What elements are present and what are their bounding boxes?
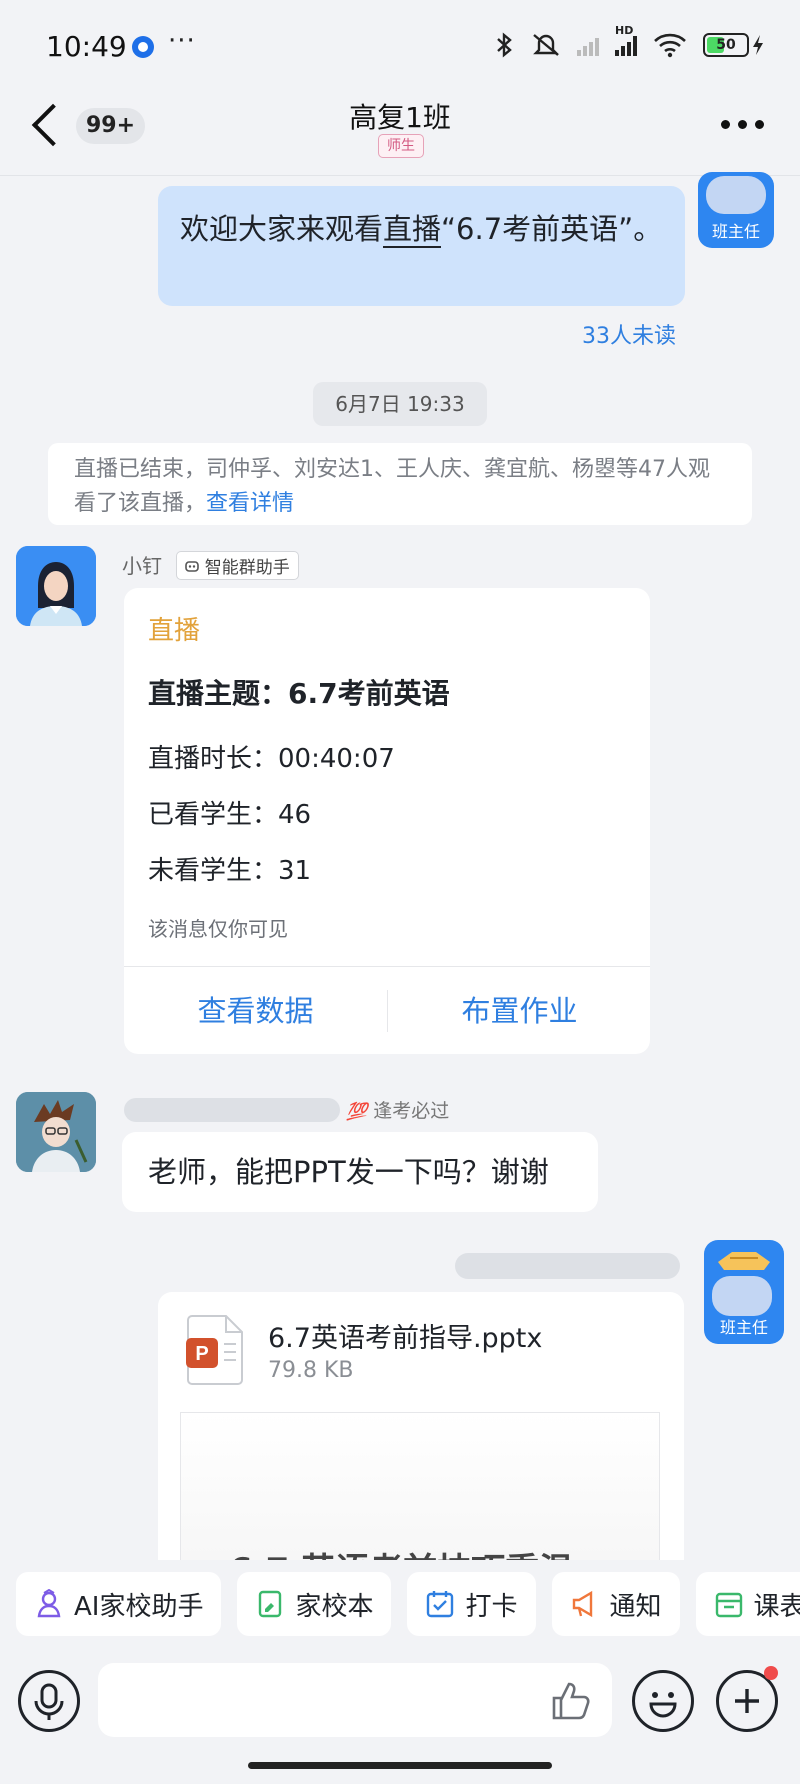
handshake-icon — [718, 1252, 770, 1270]
emoji-button[interactable] — [632, 1670, 694, 1732]
bot-name-line: 小钉 智能群助手 — [122, 550, 299, 580]
group-title: 高复1班 — [349, 101, 451, 134]
schedule-icon — [715, 1592, 742, 1618]
divider — [124, 966, 650, 967]
message-input[interactable] — [98, 1663, 612, 1737]
welcome-message-bubble[interactable]: 欢迎大家来观看直播“6.7考前英语”。 — [158, 186, 685, 306]
home-school-book-button[interactable]: 家校本 — [237, 1572, 392, 1636]
avatar[interactable]: 班主任 — [704, 1240, 784, 1344]
notebook-icon — [259, 1590, 282, 1618]
plus-icon — [735, 1689, 759, 1713]
file-name: 6.7英语考前指导.pptx — [268, 1323, 543, 1354]
avatar[interactable]: 班主任 — [698, 172, 774, 248]
student-avatar-illustration — [16, 1092, 96, 1172]
signal-hd-icon: HD — [615, 24, 637, 56]
emoji-icon — [649, 1692, 677, 1718]
unread-status[interactable]: 33人未读 — [582, 318, 676, 350]
unwatched-count: 未看学生：31 — [148, 856, 312, 886]
status-time: 10:49 — [46, 30, 127, 63]
wifi-icon — [654, 33, 686, 58]
quick-action-bar: AI家校助手 家校本 打卡 通知 课表 — [0, 1560, 800, 1654]
assign-homework-button[interactable]: 布置作业 — [388, 990, 651, 1032]
view-details-link[interactable]: 查看详情 — [206, 491, 294, 516]
bot-tag: 智能群助手 — [176, 551, 299, 580]
microphone-icon — [34, 1683, 64, 1720]
dingtalk-status-icon — [132, 36, 154, 58]
notice-button[interactable]: 通知 — [551, 1572, 680, 1636]
student-tag: 💯 逢考必过 — [346, 1100, 450, 1122]
schedule-button[interactable]: 课表 — [695, 1572, 800, 1636]
card-title: 直播主题：6.7考前英语 — [148, 677, 450, 710]
live-link[interactable]: 直播 — [383, 212, 442, 248]
status-icons: HD 50 — [493, 24, 764, 58]
mute-icon — [533, 34, 559, 56]
checkin-button[interactable]: 打卡 — [407, 1572, 536, 1636]
avatar[interactable] — [16, 1092, 96, 1172]
svg-text:P: P — [195, 1343, 208, 1365]
megaphone-icon — [572, 1590, 592, 1618]
blurred-sender-name — [455, 1253, 680, 1279]
student-message-bubble[interactable]: 老师，能把PPT发一下吗？谢谢 — [122, 1132, 598, 1212]
live-summary-card[interactable]: 直播 直播主题：6.7考前英语 直播时长：00:40:07 已看学生：46 未看… — [124, 588, 650, 1054]
pptx-file-icon: P — [186, 1315, 243, 1385]
signal-weak-icon — [577, 34, 599, 56]
thumbs-up-icon[interactable] — [548, 1680, 592, 1722]
visibility-note: 该消息仅你可见 — [148, 917, 288, 941]
file-message-card[interactable]: P 6.7英语考前指导.pptx 79.8 KB 6.7 英语考前技巧重温 — [158, 1292, 684, 1592]
more-options-icon[interactable] — [721, 120, 764, 129]
bluetooth-icon — [497, 32, 512, 58]
ai-assistant-icon — [37, 1589, 61, 1618]
view-data-button[interactable]: 查看数据 — [124, 990, 387, 1032]
robot-icon — [185, 561, 200, 572]
time-divider: 6月7日 19:33 — [313, 382, 487, 426]
battery-indicator: 50 — [703, 33, 764, 57]
ai-assistant-button[interactable]: AI家校助手 — [16, 1572, 222, 1636]
file-size: 79.8 KB — [268, 1358, 354, 1383]
live-ended-notice: 直播已结束，司仲孚、刘安达1、王人庆、龚宜航、杨曌等47人观看了该直播，查看详情 — [48, 443, 752, 525]
watched-count: 已看学生：46 — [148, 800, 312, 830]
home-indicator[interactable] — [248, 1762, 552, 1769]
voice-button[interactable] — [18, 1670, 80, 1732]
notification-dot — [764, 1666, 778, 1680]
checkin-icon — [427, 1591, 454, 1618]
blurred-sender-name — [124, 1098, 340, 1122]
live-duration: 直播时长：00:40:07 — [148, 744, 395, 774]
charging-icon — [753, 35, 763, 55]
bot-avatar-illustration — [16, 546, 96, 626]
more-notifications-icon: ··· — [168, 26, 196, 56]
avatar[interactable] — [16, 546, 96, 626]
group-type-tag: 师生 — [378, 134, 424, 158]
card-kind: 直播 — [148, 616, 201, 646]
